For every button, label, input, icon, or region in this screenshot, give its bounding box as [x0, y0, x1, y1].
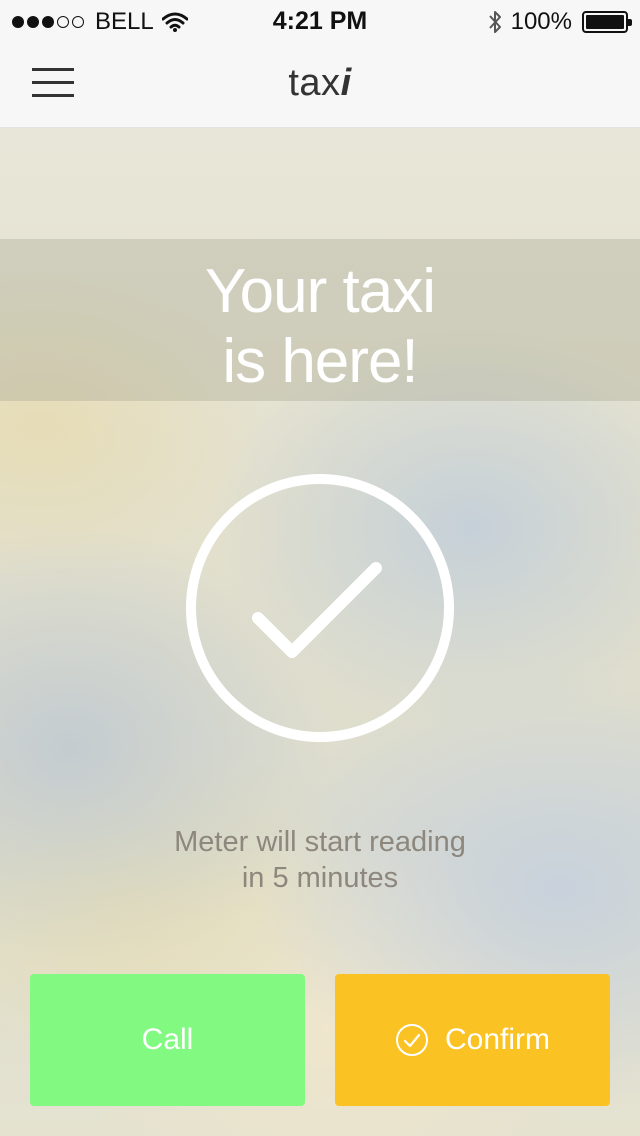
meter-notice: Meter will start reading in 5 minutes [0, 824, 640, 896]
status-bar: BELL 4:21 PM 100% [0, 0, 640, 40]
app-logo: taxi [0, 62, 640, 105]
status-right: 100% [487, 8, 632, 36]
arrival-banner: Your taxi is here! [0, 239, 640, 401]
banner-title-line-2: is here! [222, 327, 418, 396]
logo-text: tax [288, 62, 341, 104]
meter-notice-line-1: Meter will start reading [174, 826, 466, 858]
confirm-button-label: Confirm [444, 1023, 550, 1056]
check-circle-small-icon [395, 1024, 428, 1056]
check-circle-icon [186, 474, 454, 742]
nav-bar: taxi [0, 40, 640, 128]
confirm-button[interactable]: Confirm [335, 974, 610, 1106]
battery-percent: 100% [510, 8, 572, 35]
battery-fill [586, 15, 624, 29]
banner-title-line-1: Your taxi [205, 257, 436, 326]
logo-text-bold: i [340, 62, 352, 104]
battery-icon [582, 11, 632, 33]
bluetooth-icon [488, 11, 501, 33]
call-button-label: Call [141, 1023, 194, 1056]
battery-tip [628, 19, 632, 26]
call-button[interactable]: Call [30, 974, 305, 1106]
meter-notice-line-2: in 5 minutes [241, 862, 399, 894]
